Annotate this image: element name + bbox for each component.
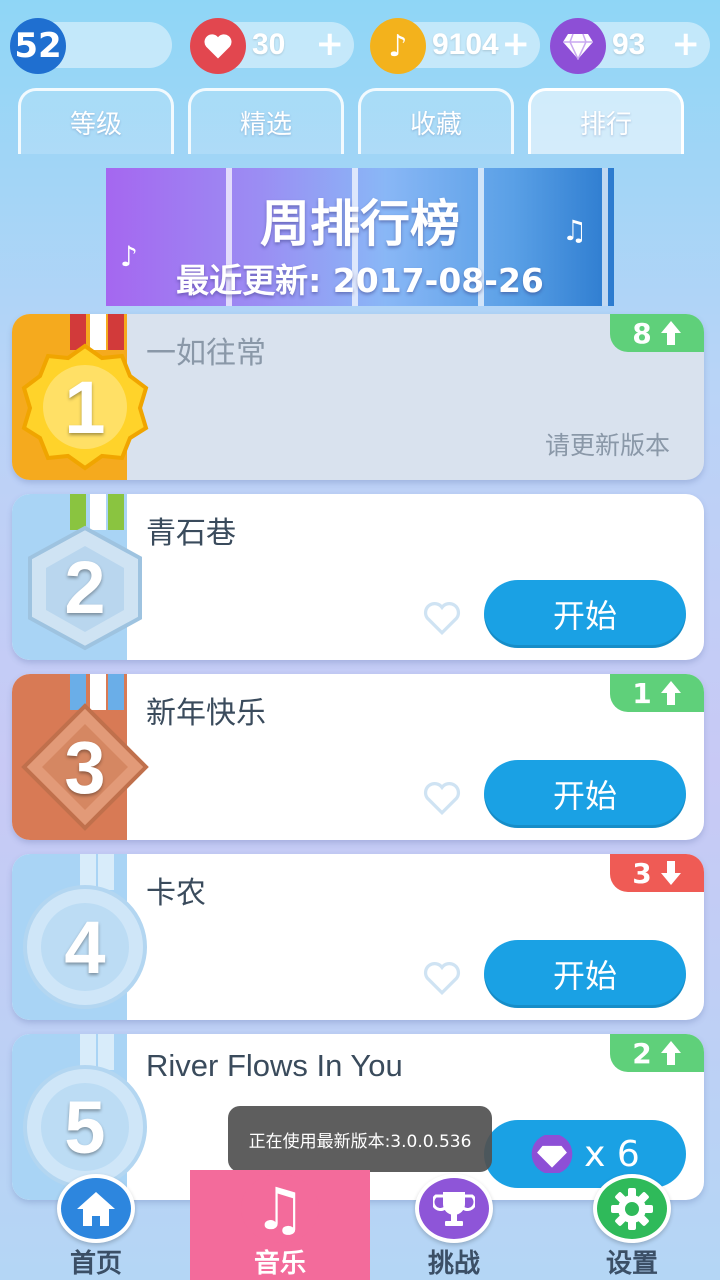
rank-change-value: 8: [632, 316, 652, 350]
tab-featured[interactable]: 精选: [188, 88, 344, 154]
favorite-heart-icon[interactable]: [422, 600, 462, 636]
arrow-up-icon: [660, 681, 681, 705]
rank-change-value: 1: [632, 676, 652, 710]
trophy-icon: [415, 1174, 493, 1243]
player-level: 52: [10, 18, 172, 74]
silver-medal-icon: 2: [20, 522, 150, 652]
nav-label: 首页: [69, 1249, 122, 1279]
nav-label: 挑战: [427, 1249, 480, 1279]
list-item[interactable]: 2 青石巷 开始: [12, 494, 704, 660]
hearts-counter[interactable]: 30 +: [190, 18, 354, 74]
gems-value: 93: [612, 28, 646, 61]
add-notes-button[interactable]: +: [502, 24, 531, 64]
rank-change-badge: 8: [610, 314, 704, 352]
update-required-label: 请更新版本: [544, 431, 670, 460]
rank-change-badge: 3: [610, 854, 704, 892]
weekly-ranking-banner: ♪ ♫ 周排行榜 最近更新: 2017-08-26: [106, 168, 614, 306]
notes-counter[interactable]: ♪ 9104 +: [370, 18, 540, 74]
favorite-heart-icon[interactable]: [422, 780, 462, 816]
banner-title: 周排行榜: [260, 195, 460, 253]
song-title: River Flows In You: [146, 1048, 403, 1083]
music-note-icon: ♫: [241, 1174, 319, 1243]
gems-counter[interactable]: 93 +: [550, 18, 710, 74]
rank-number: 3: [64, 725, 106, 809]
start-button[interactable]: 开始: [484, 760, 686, 828]
rank-change-value: 3: [632, 856, 652, 890]
nav-challenge[interactable]: 挑战: [364, 1170, 544, 1280]
rank-change-value: 2: [632, 1036, 652, 1070]
tab-favorites[interactable]: 收藏: [358, 88, 514, 154]
rank-medal-icon: 4: [20, 882, 150, 1012]
arrow-up-icon: [660, 1041, 681, 1065]
diamond-icon: [550, 18, 606, 74]
nav-label: 音乐: [253, 1249, 306, 1279]
bronze-medal-icon: 3: [20, 702, 150, 832]
music-note-icon: ♪: [370, 18, 426, 74]
diamond-icon: [531, 1135, 573, 1173]
rank-number: 4: [64, 905, 106, 989]
banner-update-date: 最近更新: 2017-08-26: [176, 261, 544, 300]
gear-icon: [593, 1174, 671, 1243]
list-item[interactable]: 3 新年快乐 1 开始: [12, 674, 704, 840]
tab-level[interactable]: 等级: [18, 88, 174, 154]
arrow-down-icon: [660, 861, 681, 885]
hearts-value: 30: [252, 28, 286, 61]
tab-ranking[interactable]: 排行: [528, 88, 684, 154]
list-item[interactable]: 1 一如往常 8 请更新版本: [12, 314, 704, 480]
list-item[interactable]: 4 卡农 3 开始: [12, 854, 704, 1020]
nav-music[interactable]: ♫ 音乐: [190, 1170, 370, 1280]
rank-number: 5: [64, 1085, 106, 1169]
top-status-bar: 52 30 + ♪ 9104 + 93 +: [10, 18, 710, 76]
song-title: 卡农: [146, 876, 206, 911]
nav-settings[interactable]: 设置: [542, 1170, 720, 1280]
add-hearts-button[interactable]: +: [316, 24, 345, 64]
rank-change-badge: 1: [610, 674, 704, 712]
rank-number: 1: [64, 365, 106, 449]
rank-change-badge: 2: [610, 1034, 704, 1072]
arrow-up-icon: [660, 321, 681, 345]
gold-medal-icon: 1: [20, 342, 150, 472]
start-button[interactable]: 开始: [484, 940, 686, 1008]
song-title: 一如往常: [146, 336, 266, 371]
rank-number: 2: [64, 545, 106, 629]
nav-home[interactable]: 首页: [6, 1170, 186, 1280]
heart-icon: [190, 18, 246, 74]
home-icon: [57, 1174, 135, 1243]
notes-value: 9104: [432, 28, 499, 61]
bottom-navigation: 首页 ♫ 音乐 挑战 设置: [0, 1170, 720, 1280]
level-badge: 52: [10, 18, 66, 74]
version-toast: 正在使用最新版本:3.0.0.536: [228, 1106, 492, 1172]
gem-cost: x 6: [584, 1133, 640, 1175]
song-title: 青石巷: [146, 516, 236, 551]
favorite-heart-icon[interactable]: [422, 960, 462, 996]
start-button[interactable]: 开始: [484, 580, 686, 648]
song-title: 新年快乐: [146, 696, 266, 731]
add-gems-button[interactable]: +: [672, 24, 701, 64]
nav-label: 设置: [605, 1249, 658, 1279]
